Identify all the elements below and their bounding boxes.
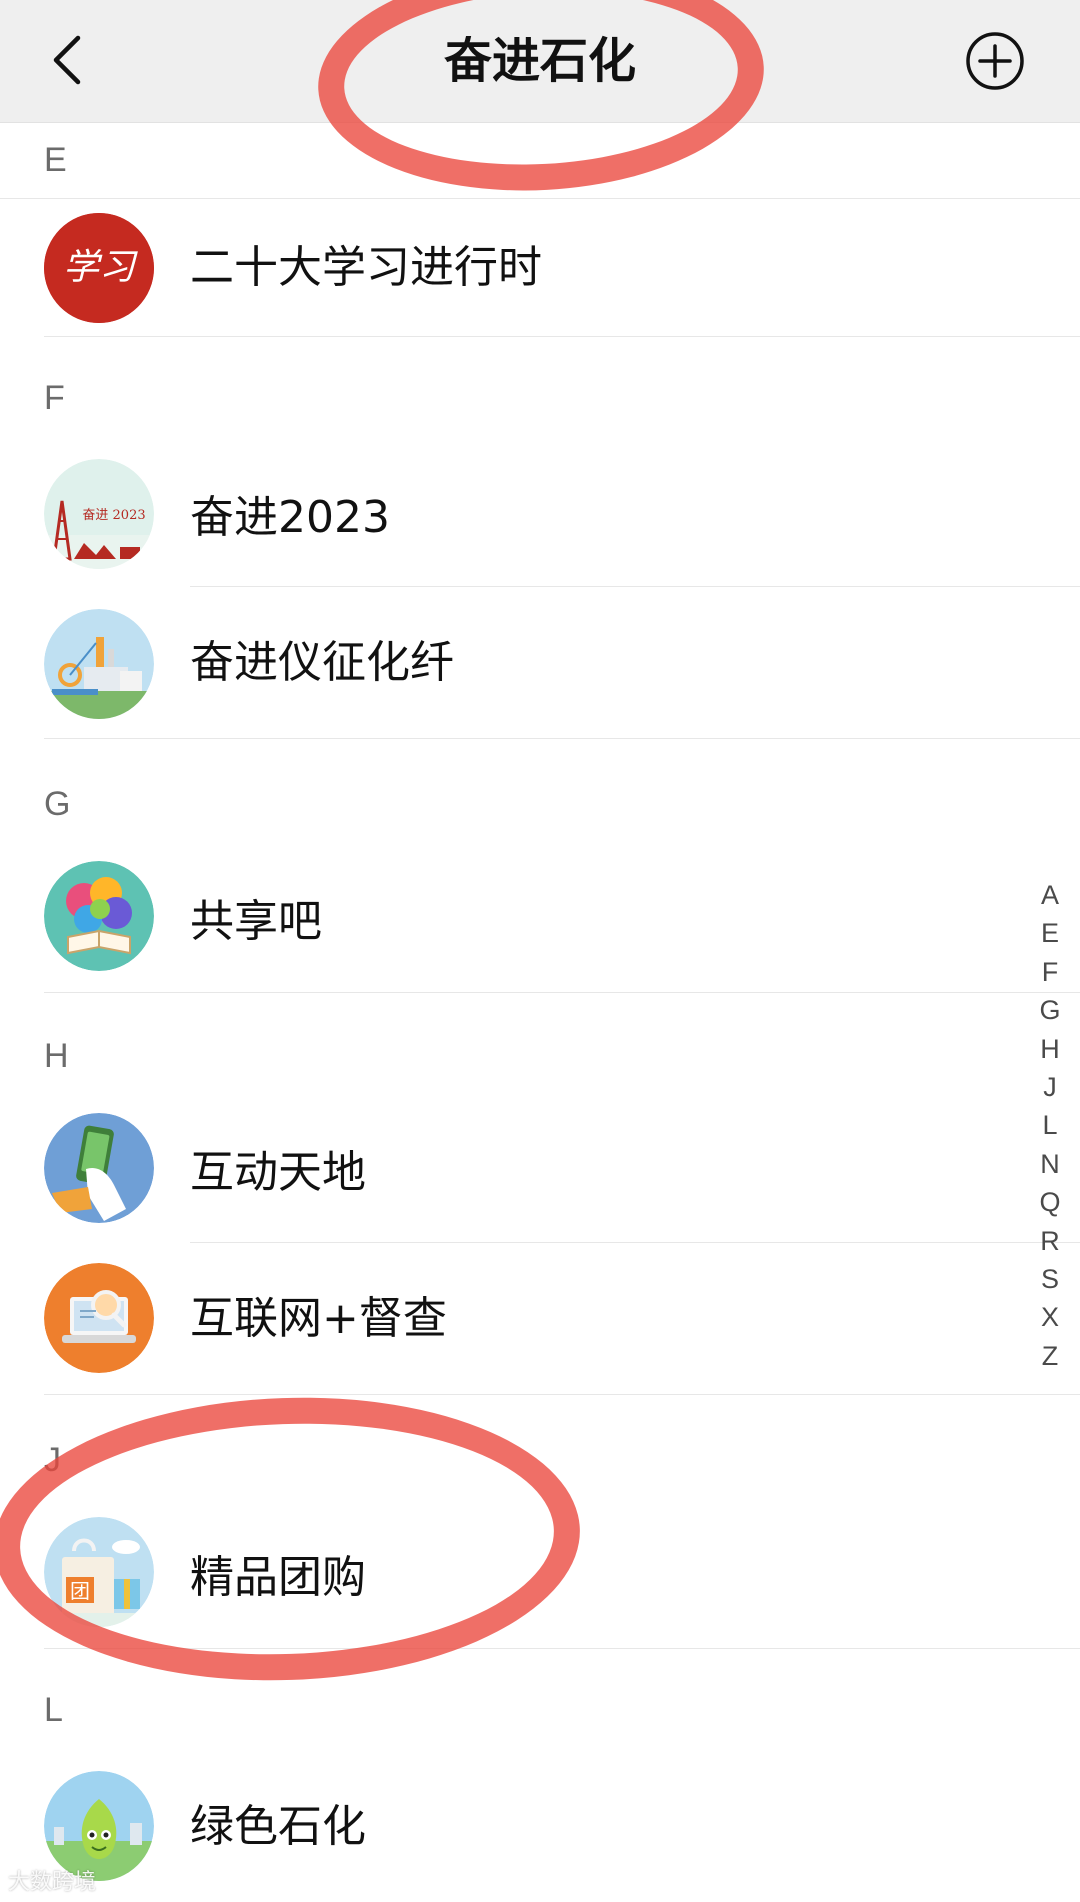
index-letter-x[interactable]: X — [1041, 1298, 1059, 1336]
index-letter-z[interactable]: Z — [1042, 1337, 1059, 1375]
list-item-label: 精品团购 — [190, 1552, 366, 1603]
svg-text:学习: 学习 — [63, 247, 138, 288]
index-letter-r[interactable]: R — [1040, 1222, 1060, 1260]
index-letter-s[interactable]: S — [1041, 1260, 1059, 1298]
study-logo-icon: 学习 — [44, 213, 154, 323]
list-item-label: 绿色石化 — [190, 1801, 366, 1852]
index-letter-a[interactable]: A — [1041, 876, 1059, 914]
colorful-book-icon — [44, 861, 154, 971]
avatar: 团 — [44, 1517, 154, 1627]
section-header-j: J — [0, 1395, 1080, 1507]
phone-hand-icon — [44, 1113, 154, 1223]
avatar — [44, 1113, 154, 1223]
index-letter-g[interactable]: G — [1039, 991, 1060, 1029]
list-item[interactable]: 奋进 2023 奋进2023 — [0, 449, 1080, 587]
avatar: 奋进 2023 — [44, 459, 154, 569]
list-item[interactable]: 共享吧 — [0, 851, 1080, 993]
add-button[interactable] — [964, 30, 1026, 92]
nav-header: 奋进石化 — [0, 0, 1080, 123]
section-header-g: G — [0, 739, 1080, 851]
index-letter-q[interactable]: Q — [1039, 1183, 1060, 1221]
index-letter-e[interactable]: E — [1041, 914, 1059, 952]
section-letter: E — [44, 141, 67, 179]
list-item[interactable]: 绿色石化 — [0, 1757, 1080, 1902]
avatar — [44, 609, 154, 719]
list-item-label: 互联网+督查 — [190, 1293, 447, 1344]
index-letter-f[interactable]: F — [1042, 953, 1059, 991]
section-letter: G — [44, 785, 71, 823]
list-item[interactable]: 奋进仪征化纤 — [0, 587, 1080, 739]
watermark-text: 大数跨境 — [8, 1870, 97, 1895]
list-item-label: 奋进仪征化纤 — [190, 637, 454, 688]
section-header-f: F — [0, 337, 1080, 449]
oil-derrick-icon: 奋进 2023 — [44, 459, 154, 569]
svg-text:团: 团 — [70, 1579, 90, 1603]
section-header-h: H — [0, 993, 1080, 1103]
list-item-label: 奋进2023 — [190, 492, 390, 543]
list-item-label: 互动天地 — [190, 1147, 366, 1198]
list-item[interactable]: 团 精品团购 — [0, 1507, 1080, 1649]
plus-circle-icon — [966, 32, 1024, 90]
index-letter-l[interactable]: L — [1042, 1106, 1057, 1144]
factory-icon — [44, 609, 154, 719]
section-letter: F — [44, 379, 65, 417]
list-item-label: 二十大学习进行时 — [190, 242, 542, 293]
index-letter-n[interactable]: N — [1040, 1145, 1060, 1183]
page-title: 奋进石化 — [443, 33, 636, 89]
list-item[interactable]: 学习 二十大学习进行时 — [0, 199, 1080, 337]
list-item[interactable]: 互动天地 — [0, 1103, 1080, 1243]
list-item[interactable]: 互联网+督查 — [0, 1243, 1080, 1395]
alphabet-index-bar[interactable]: A E F G H J L N Q R S X Z — [1032, 876, 1068, 1375]
avatar — [44, 1263, 154, 1373]
avatar — [44, 861, 154, 971]
avatar: 学习 — [44, 213, 154, 323]
index-letter-j[interactable]: J — [1043, 1068, 1057, 1106]
laptop-magnifier-icon — [44, 1263, 154, 1373]
section-letter: H — [44, 1037, 69, 1075]
list-item-label: 共享吧 — [190, 896, 322, 947]
section-letter: J — [44, 1441, 61, 1479]
watermark: 大数跨境 — [8, 1864, 96, 1896]
index-letter-h[interactable]: H — [1040, 1030, 1060, 1068]
section-header-e: E — [0, 123, 1080, 199]
section-header-l: L — [0, 1649, 1080, 1761]
section-letter: L — [44, 1691, 63, 1729]
svg-text:奋进 2023: 奋进 2023 — [82, 508, 145, 523]
group-buy-bag-icon: 团 — [44, 1517, 154, 1627]
